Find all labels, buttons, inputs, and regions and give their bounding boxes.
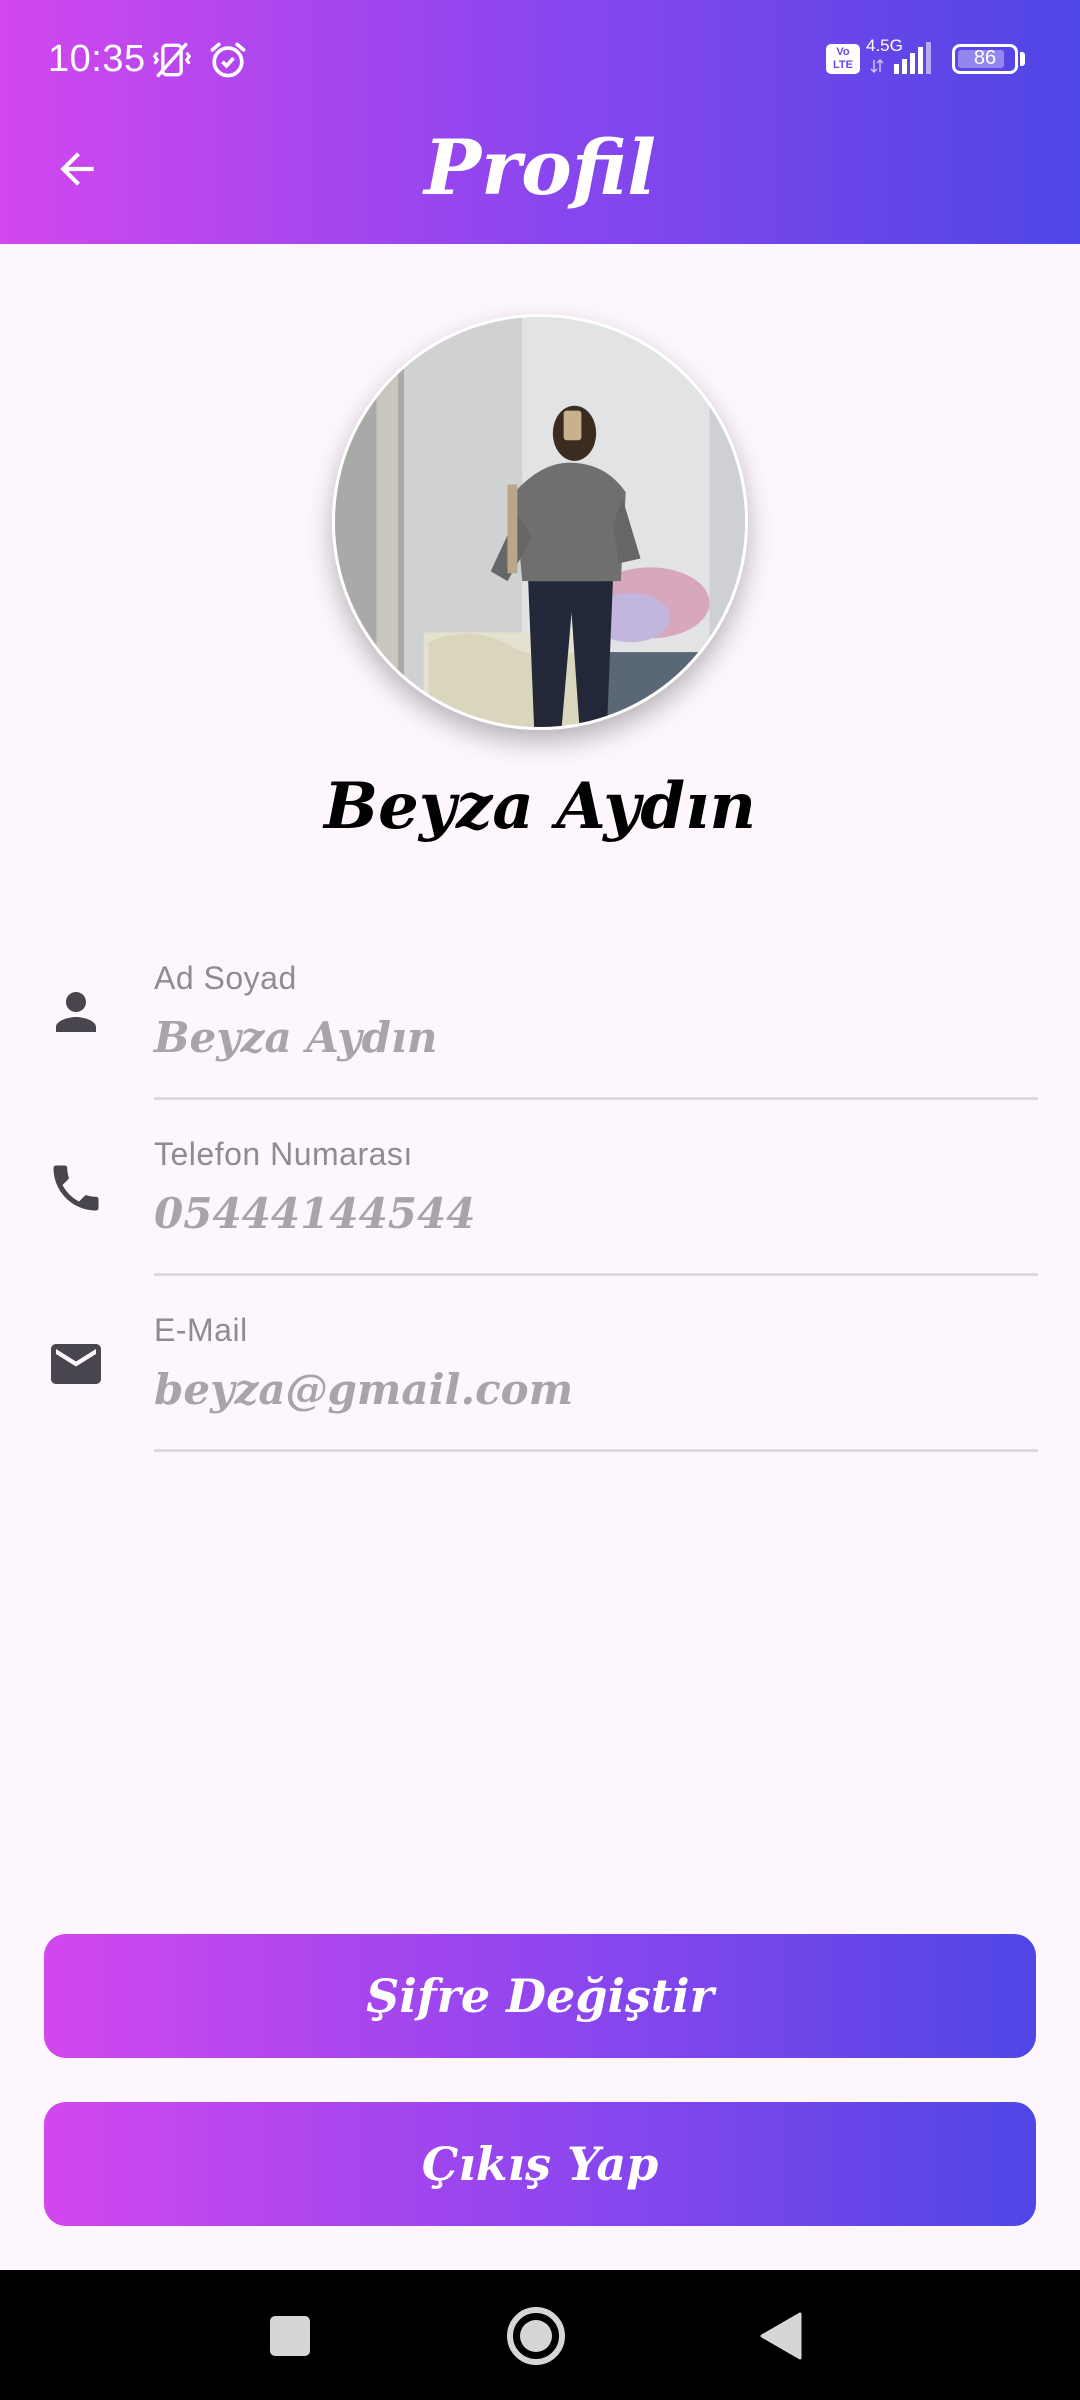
home-circle-icon	[507, 2307, 565, 2365]
recents-square-icon	[270, 2316, 310, 2356]
avatar[interactable]	[332, 314, 748, 730]
system-back-button[interactable]	[742, 2296, 822, 2376]
page-title: Profil	[423, 123, 656, 212]
phone-divider	[154, 1273, 1038, 1276]
arrow-left-icon	[60, 152, 94, 186]
phone-label: Telefon Numarası	[154, 1136, 413, 1172]
navigation-bar	[0, 2270, 1080, 2400]
name-value[interactable]: Beyza Aydın	[154, 1010, 437, 1066]
battery-tip	[1020, 52, 1025, 66]
battery-icon: 86	[952, 44, 1018, 74]
phone-value[interactable]: 05444144544	[154, 1186, 475, 1242]
change-password-button[interactable]: Şifre Değiştir	[44, 1934, 1036, 2058]
volte-icon: Vo LTE	[826, 44, 860, 74]
name-divider	[154, 1097, 1038, 1100]
vibrate-off-icon	[152, 42, 192, 78]
battery-level: 86	[973, 47, 997, 69]
phone-row: Telefon Numarası 05444144544	[0, 1118, 1080, 1294]
name-row: Ad Soyad Beyza Aydın	[0, 942, 1080, 1118]
phone-icon	[53, 1165, 99, 1211]
name-label: Ad Soyad	[154, 960, 297, 996]
home-button[interactable]	[496, 2296, 576, 2376]
status-time: 10:35	[48, 38, 146, 80]
mail-icon	[51, 1344, 101, 1384]
alarm-icon	[210, 42, 246, 78]
person-icon	[56, 992, 96, 1032]
signal-icon	[870, 42, 931, 74]
logout-button[interactable]: Çıkış Yap	[44, 2102, 1036, 2226]
back-button[interactable]	[40, 132, 114, 206]
email-label: E-Mail	[154, 1312, 248, 1348]
email-divider	[154, 1449, 1038, 1452]
profile-photo	[335, 317, 745, 727]
email-value[interactable]: beyza@gmail.com	[154, 1362, 573, 1418]
profile-name: Beyza Aydın	[324, 769, 756, 844]
status-bar: 10:35 Vo LTE 4.5G 86	[0, 0, 1080, 118]
profile-screen: 10:35 Vo LTE 4.5G 86 Profil Beyza Aydın …	[0, 0, 1080, 2400]
recents-button[interactable]	[250, 2296, 330, 2376]
email-row: E-Mail beyza@gmail.com	[0, 1294, 1080, 1470]
back-triangle-icon	[760, 2312, 802, 2360]
